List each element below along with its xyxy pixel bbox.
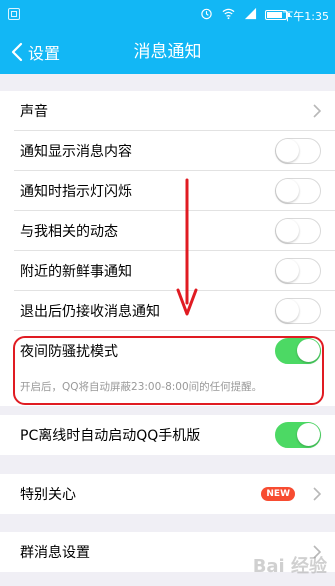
annotation-highlight bbox=[13, 336, 324, 405]
settings-group-pc: PC离线时自动启动QQ手机版 bbox=[0, 415, 335, 455]
nav-bar: 设置 消息通知 bbox=[0, 30, 335, 74]
led-flash-toggle[interactable] bbox=[275, 178, 321, 204]
annotation-arrow bbox=[176, 178, 198, 316]
toggle-knob bbox=[276, 259, 299, 282]
toggle-knob bbox=[276, 139, 299, 162]
group-settings-label: 群消息设置 bbox=[20, 545, 90, 561]
toggle-knob bbox=[276, 299, 299, 322]
toggle-row-led-flash: 通知时指示灯闪烁 bbox=[0, 171, 335, 211]
status-icons bbox=[200, 7, 257, 20]
status-bar: 下午1:35 bbox=[0, 0, 335, 30]
toggle-label: 通知显示消息内容 bbox=[20, 144, 132, 160]
toggle-label: 附近的新鲜事通知 bbox=[20, 264, 132, 280]
toggle-label: PC离线时自动启动QQ手机版 bbox=[20, 428, 201, 444]
sound-label: 声音 bbox=[20, 104, 48, 120]
related-updates-toggle[interactable] bbox=[275, 218, 321, 244]
screen-icon bbox=[8, 8, 20, 20]
toggle-knob bbox=[297, 423, 320, 446]
toggle-knob bbox=[276, 219, 299, 242]
watermark: Bai 经验 bbox=[252, 556, 327, 577]
new-badge: NEW bbox=[261, 487, 295, 501]
pc-offline-toggle[interactable] bbox=[275, 422, 321, 448]
toggle-row-show-content: 通知显示消息内容 bbox=[0, 131, 335, 171]
show-content-toggle[interactable] bbox=[275, 138, 321, 164]
wifi-icon bbox=[222, 8, 235, 20]
toggle-label: 通知时指示灯闪烁 bbox=[20, 184, 132, 200]
toggle-row-receive-after-exit: 退出后仍接收消息通知 bbox=[0, 291, 335, 331]
chevron-right-icon bbox=[313, 104, 321, 118]
status-time: 下午1:35 bbox=[282, 10, 329, 23]
page-title: 消息通知 bbox=[133, 42, 202, 62]
signal-icon bbox=[244, 7, 257, 20]
toggle-row-pc-offline: PC离线时自动启动QQ手机版 bbox=[0, 415, 335, 455]
toggle-knob bbox=[276, 179, 299, 202]
toggle-row-nearby-news: 附近的新鲜事通知 bbox=[0, 251, 335, 291]
toggle-label: 与我相关的动态 bbox=[20, 224, 118, 240]
special-care-label: 特别关心 bbox=[20, 487, 76, 503]
settings-group-special: 特别关心 NEW bbox=[0, 474, 335, 514]
toggle-label: 退出后仍接收消息通知 bbox=[20, 304, 160, 320]
receive-after-exit-toggle[interactable] bbox=[275, 298, 321, 324]
nearby-news-toggle[interactable] bbox=[275, 258, 321, 284]
toggle-row-related-updates: 与我相关的动态 bbox=[0, 211, 335, 251]
chevron-right-icon bbox=[313, 487, 321, 501]
sound-row[interactable]: 声音 bbox=[0, 91, 335, 131]
alarm-icon bbox=[201, 8, 212, 20]
special-care-row[interactable]: 特别关心 NEW bbox=[0, 474, 335, 514]
